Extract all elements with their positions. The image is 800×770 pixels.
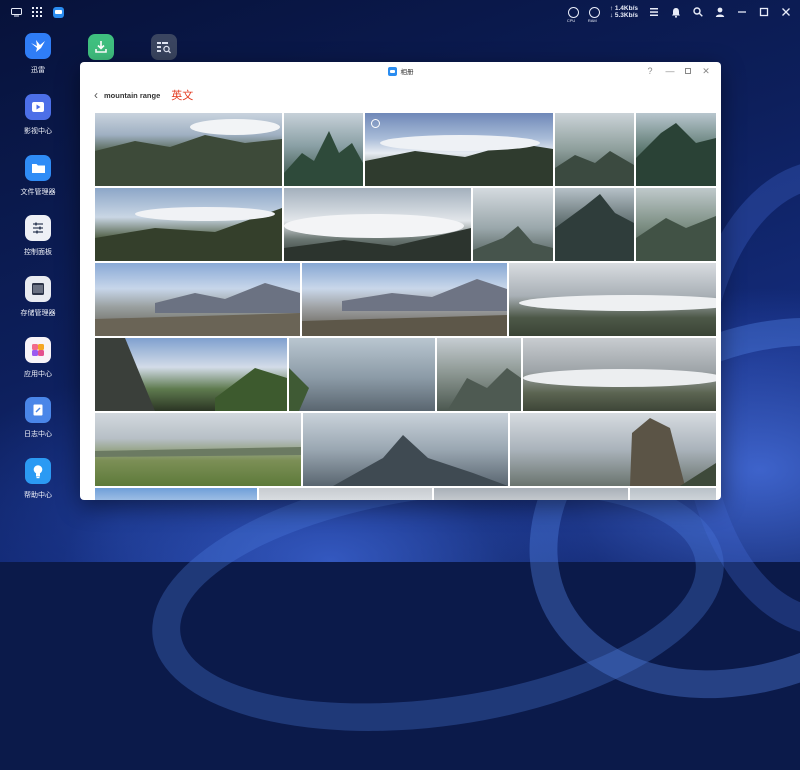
maximize-button[interactable]	[685, 68, 691, 74]
desktop-icon-xunlei[interactable]: 迅雷	[0, 33, 76, 75]
search-language-tag[interactable]: 英文	[171, 87, 193, 103]
photo-thumbnail[interactable]	[284, 188, 471, 261]
photo-thumbnail[interactable]	[289, 338, 435, 411]
search-header: ‹ mountain range 英文	[94, 86, 193, 104]
bell-icon[interactable]	[670, 6, 682, 18]
photo-thumbnail[interactable]	[473, 188, 553, 261]
download-speed: ↓ 5.3Kb/s	[609, 12, 638, 19]
photos-app-icon	[387, 66, 397, 76]
photo-thumbnail[interactable]	[302, 263, 507, 336]
cpu-label: CPU	[566, 17, 576, 23]
photo-thumbnail[interactable]	[303, 413, 508, 486]
image-search-app-icon[interactable]	[151, 34, 177, 60]
search-query: mountain range	[104, 90, 161, 100]
desktop-icon-video-center[interactable]: 影视中心	[0, 94, 76, 136]
photo-thumbnail[interactable]	[95, 113, 282, 186]
app-grid-icon[interactable]	[31, 6, 43, 18]
desktop-icon-label: 日志中心	[24, 431, 52, 438]
photos-taskbar-icon[interactable]	[52, 6, 64, 18]
photo-thumbnail[interactable]	[523, 338, 716, 411]
sliders-icon	[25, 215, 51, 241]
show-desktop-icon[interactable]	[10, 6, 22, 18]
desktop-icon-label: 控制面板	[24, 249, 52, 256]
photo-thumbnail[interactable]	[437, 338, 521, 411]
desktop-icon-label: 应用中心	[24, 371, 52, 378]
help-button[interactable]: ?	[645, 66, 655, 76]
photo-thumbnail[interactable]	[365, 113, 553, 186]
user-icon[interactable]	[714, 6, 726, 18]
select-circle-icon[interactable]	[371, 119, 380, 128]
desktop-icon-storage-manager[interactable]: 存储管理器	[0, 276, 76, 318]
desktop-icon-label: 存储管理器	[20, 310, 56, 317]
photo-thumbnail[interactable]	[284, 113, 363, 186]
upload-speed: ↑ 1.4Kb/s	[609, 5, 638, 12]
desktop-icon-log-center[interactable]: 日志中心	[0, 397, 76, 439]
desktop-icon-help-center[interactable]: 帮助中心	[0, 458, 76, 500]
bird-icon	[25, 33, 51, 59]
desktop-icon-app-center[interactable]: 应用中心	[0, 337, 76, 379]
ram-gauge-icon[interactable]: RAM	[588, 6, 600, 23]
photo-thumbnail[interactable]	[509, 263, 716, 336]
photo-thumbnail[interactable]	[259, 488, 432, 500]
system-top-bar: CPU RAM ↑ 1.4Kb/s ↓ 5.3Kb/s	[0, 0, 800, 24]
photo-thumbnail[interactable]	[434, 488, 628, 500]
log-icon	[25, 397, 51, 423]
apps-icon	[25, 337, 51, 363]
photo-grid	[95, 113, 716, 500]
window-title: 相册	[400, 69, 414, 76]
ram-label: RAM	[587, 17, 597, 23]
play-icon	[25, 94, 51, 120]
task-list-icon[interactable]	[648, 6, 660, 18]
photo-thumbnail[interactable]	[555, 113, 634, 186]
photo-thumbnail[interactable]	[630, 488, 716, 500]
folder-icon	[25, 155, 51, 181]
cpu-gauge-icon[interactable]: CPU	[567, 6, 579, 23]
desktop-icon-label: 帮助中心	[24, 492, 52, 499]
search-icon[interactable]	[692, 6, 704, 18]
desktop-icon-label: 影视中心	[24, 128, 52, 135]
photos-window: 相册 ? — ✕ ‹ mountain range 英文	[80, 62, 721, 500]
photo-thumbnail[interactable]	[95, 488, 257, 500]
back-chevron-icon[interactable]: ‹	[94, 88, 98, 102]
photo-thumbnail[interactable]	[510, 413, 716, 486]
desktop-icon-control-panel[interactable]: 控制面板	[0, 215, 76, 257]
desktop-minimize-icon[interactable]	[736, 6, 748, 18]
photo-thumbnail[interactable]	[636, 113, 716, 186]
disk-icon	[25, 276, 51, 302]
download-app-icon[interactable]	[88, 34, 114, 60]
desktop-icon-label: 迅雷	[31, 67, 45, 74]
photo-thumbnail[interactable]	[636, 188, 716, 261]
desktop-close-icon[interactable]	[780, 6, 792, 18]
close-button[interactable]: ✕	[701, 66, 711, 76]
photo-thumbnail[interactable]	[95, 263, 300, 336]
photo-thumbnail[interactable]	[95, 413, 301, 486]
desktop-maximize-icon[interactable]	[758, 6, 770, 18]
network-speed[interactable]: ↑ 1.4Kb/s ↓ 5.3Kb/s	[610, 5, 638, 19]
photo-thumbnail[interactable]	[95, 188, 282, 261]
photo-thumbnail[interactable]	[555, 188, 634, 261]
window-titlebar[interactable]: 相册 ? — ✕	[80, 62, 721, 80]
photo-thumbnail[interactable]	[95, 338, 287, 411]
bulb-icon	[25, 458, 51, 484]
desktop-icon-label: 文件管理器	[20, 189, 56, 196]
minimize-button[interactable]: —	[665, 66, 675, 76]
desktop-icon-file-manager[interactable]: 文件管理器	[0, 155, 76, 197]
